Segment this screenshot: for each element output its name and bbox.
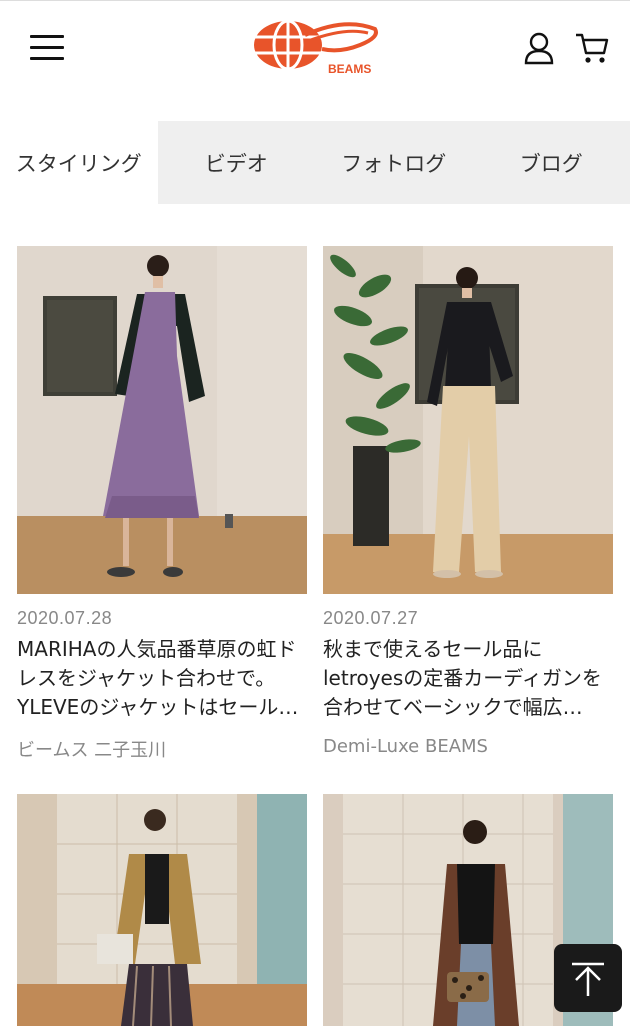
styling-card[interactable]: 2020.07.28 MARIHAの人気品番草原の虹ドレスをジャケット合わせで。… [17,246,307,766]
post-title[interactable]: 秋まで使えるセール品にletroyesの定番カーディガンを合わせてベーシックで幅… [323,635,613,722]
tab-photolog[interactable]: フォトログ [315,121,473,204]
styling-card[interactable] [17,794,307,1026]
arrow-up-icon [572,962,604,996]
user-icon[interactable] [522,31,556,65]
styling-photo[interactable] [17,246,307,594]
styling-photo[interactable] [323,246,613,594]
menu-icon[interactable] [30,35,64,61]
back-to-top-button[interactable] [554,944,622,1012]
post-date: 2020.07.28 [17,608,113,628]
tab-styling[interactable]: スタイリング [0,121,158,204]
beams-logo[interactable]: BEAMS [250,15,380,79]
logo-text: BEAMS [328,62,371,76]
site-header: BEAMS [0,0,630,121]
post-date: 2020.07.27 [323,608,419,628]
shop-name[interactable]: Demi-Luxe BEAMS [323,736,488,757]
tab-video[interactable]: ビデオ [158,121,316,204]
shop-name[interactable]: ビームス 二子玉川 [17,736,166,762]
cart-icon[interactable] [574,31,610,65]
styling-photo[interactable] [17,794,307,1026]
styling-card[interactable]: 2020.07.27 秋まで使えるセール品にletroyesの定番カーディガンを… [323,246,613,766]
post-title[interactable]: MARIHAの人気品番草原の虹ドレスをジャケット合わせで。YLEVEのジャケット… [17,635,307,722]
tab-blog[interactable]: ブログ [473,121,630,204]
category-tabs: スタイリング ビデオ フォトログ ブログ [0,121,630,204]
